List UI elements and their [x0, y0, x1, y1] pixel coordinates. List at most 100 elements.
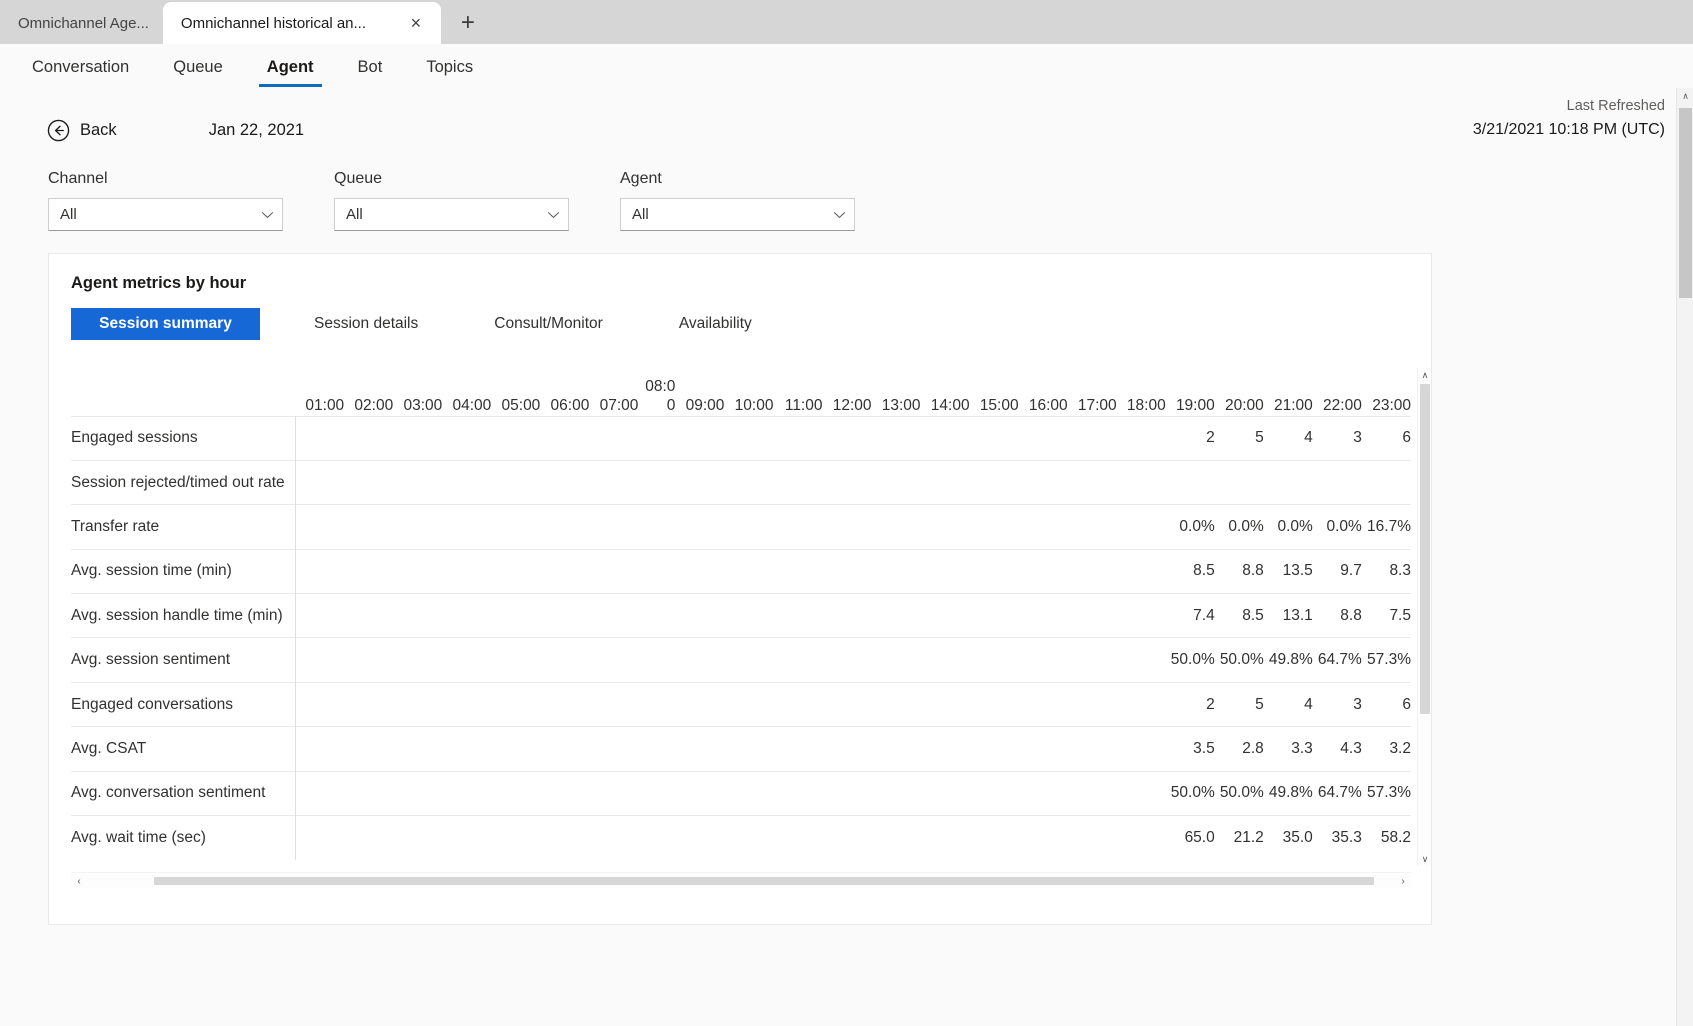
pivot-consult-monitor[interactable]: Consult/Monitor [472, 308, 625, 340]
scroll-down-icon[interactable]: ∨ [1418, 852, 1432, 866]
back-button[interactable]: Back [47, 119, 117, 142]
metric-label: Avg. session handle time (min) [71, 593, 296, 638]
metric-value [589, 415, 639, 461]
metrics-table-scroll[interactable]: 01:00 02:00 03:00 04:00 05:00 06:00 07:00 08:00… [71, 368, 1411, 866]
new-tab-icon[interactable]: + [451, 6, 485, 40]
agent-dropdown[interactable]: All [620, 198, 855, 231]
queue-dropdown-value: All [346, 206, 363, 223]
metric-value [589, 548, 639, 594]
metric-value [1116, 726, 1166, 772]
metric-value [920, 459, 970, 505]
scroll-left-icon[interactable]: ‹ [71, 873, 87, 889]
metric-value [344, 637, 394, 683]
scroll-up-icon[interactable]: ∧ [1418, 368, 1432, 382]
metric-value [1018, 637, 1068, 683]
metric-value [638, 770, 676, 816]
metric-value [638, 637, 676, 683]
metric-value [822, 770, 872, 816]
metric-value [393, 548, 443, 594]
tab-queue[interactable]: Queue [165, 58, 231, 87]
column-header-0500: 05:00 [501, 397, 541, 415]
close-icon[interactable]: × [405, 12, 427, 34]
metric-value: 8.5 [1214, 593, 1264, 638]
vertical-scroll-thumb[interactable] [1420, 384, 1430, 714]
metric-value [969, 681, 1019, 727]
metric-value [1067, 815, 1117, 860]
column-header-0200: 02:00 [354, 397, 394, 415]
metric-value [1116, 504, 1166, 550]
metric-label: Avg. wait time (sec) [71, 815, 296, 860]
metric-value [724, 548, 774, 594]
pivot-availability[interactable]: Availability [657, 308, 774, 340]
table-row: Avg. wait time (sec) 65.0 21.2 35.0 35.3 58.2 [71, 815, 1411, 860]
metric-value [491, 681, 541, 727]
tab-agent[interactable]: Agent [258, 58, 322, 87]
metric-value [491, 726, 541, 772]
table-vertical-scrollbar[interactable]: ∧ ∨ [1417, 368, 1431, 866]
metric-value [871, 770, 921, 816]
queue-dropdown[interactable]: All [334, 198, 569, 231]
metric-value: 64.7% [1312, 637, 1362, 683]
metric-value [773, 504, 823, 550]
metric-value [1116, 815, 1166, 860]
horizontal-scroll-thumb[interactable] [154, 877, 1374, 885]
filter-channel: Channel All [48, 170, 308, 231]
metric-value: 21.2 [1214, 815, 1264, 860]
metric-value [295, 593, 345, 638]
metric-value [638, 459, 676, 505]
metric-value: 3 [1312, 415, 1362, 461]
metric-value [295, 726, 345, 772]
last-refreshed-value: 3/21/2021 10:18 PM (UTC) [1472, 120, 1665, 138]
metric-value [540, 681, 590, 727]
metric-value [675, 415, 725, 461]
metric-value [724, 770, 774, 816]
metric-value: 8.3 [1361, 548, 1411, 594]
metric-value [1067, 548, 1117, 594]
metric-value [822, 593, 872, 638]
metric-value [295, 815, 345, 860]
metric-value [1116, 593, 1166, 638]
metric-value [295, 548, 345, 594]
tab-bot[interactable]: Bot [350, 58, 391, 87]
metric-value [344, 681, 394, 727]
metric-value: 2 [1165, 681, 1215, 727]
metric-value [822, 815, 872, 860]
metric-value [724, 415, 774, 461]
metric-value [442, 459, 492, 505]
page-scroll-up-icon[interactable]: ∧ [1677, 88, 1693, 105]
metric-value [675, 459, 725, 505]
metric-value: 57.3% [1361, 770, 1411, 816]
metric-value [822, 681, 872, 727]
metric-value [920, 415, 970, 461]
channel-dropdown[interactable]: All [48, 198, 283, 231]
tab-conversation[interactable]: Conversation [24, 58, 137, 87]
metric-value [393, 681, 443, 727]
metric-value [724, 726, 774, 772]
metric-value [638, 681, 676, 727]
metric-value [393, 459, 443, 505]
metric-value [822, 504, 872, 550]
metric-value [773, 770, 823, 816]
metric-value [773, 637, 823, 683]
metric-value [1361, 459, 1411, 505]
metric-value [822, 548, 872, 594]
browser-tab-1[interactable]: Omnichannel Age... [0, 2, 163, 44]
table-horizontal-scrollbar[interactable]: ‹ › [71, 872, 1411, 888]
pivot-session-details[interactable]: Session details [292, 308, 440, 340]
metric-value [295, 415, 345, 461]
metric-value: 8.8 [1312, 593, 1362, 638]
scroll-right-icon[interactable]: › [1395, 873, 1411, 889]
page-vertical-scrollbar[interactable]: ∧ ∨ [1676, 88, 1693, 1026]
metric-value [822, 415, 872, 461]
tab-topics[interactable]: Topics [418, 58, 481, 87]
page-scroll-thumb[interactable] [1679, 108, 1692, 298]
metric-value [1067, 770, 1117, 816]
metric-value [675, 637, 725, 683]
metric-value [675, 504, 725, 550]
browser-tab-2[interactable]: Omnichannel historical an... × [162, 2, 441, 44]
pivot-session-summary[interactable]: Session summary [71, 308, 260, 340]
metric-value [540, 593, 590, 638]
metric-value [393, 415, 443, 461]
metric-value [920, 504, 970, 550]
metric-value [1116, 681, 1166, 727]
